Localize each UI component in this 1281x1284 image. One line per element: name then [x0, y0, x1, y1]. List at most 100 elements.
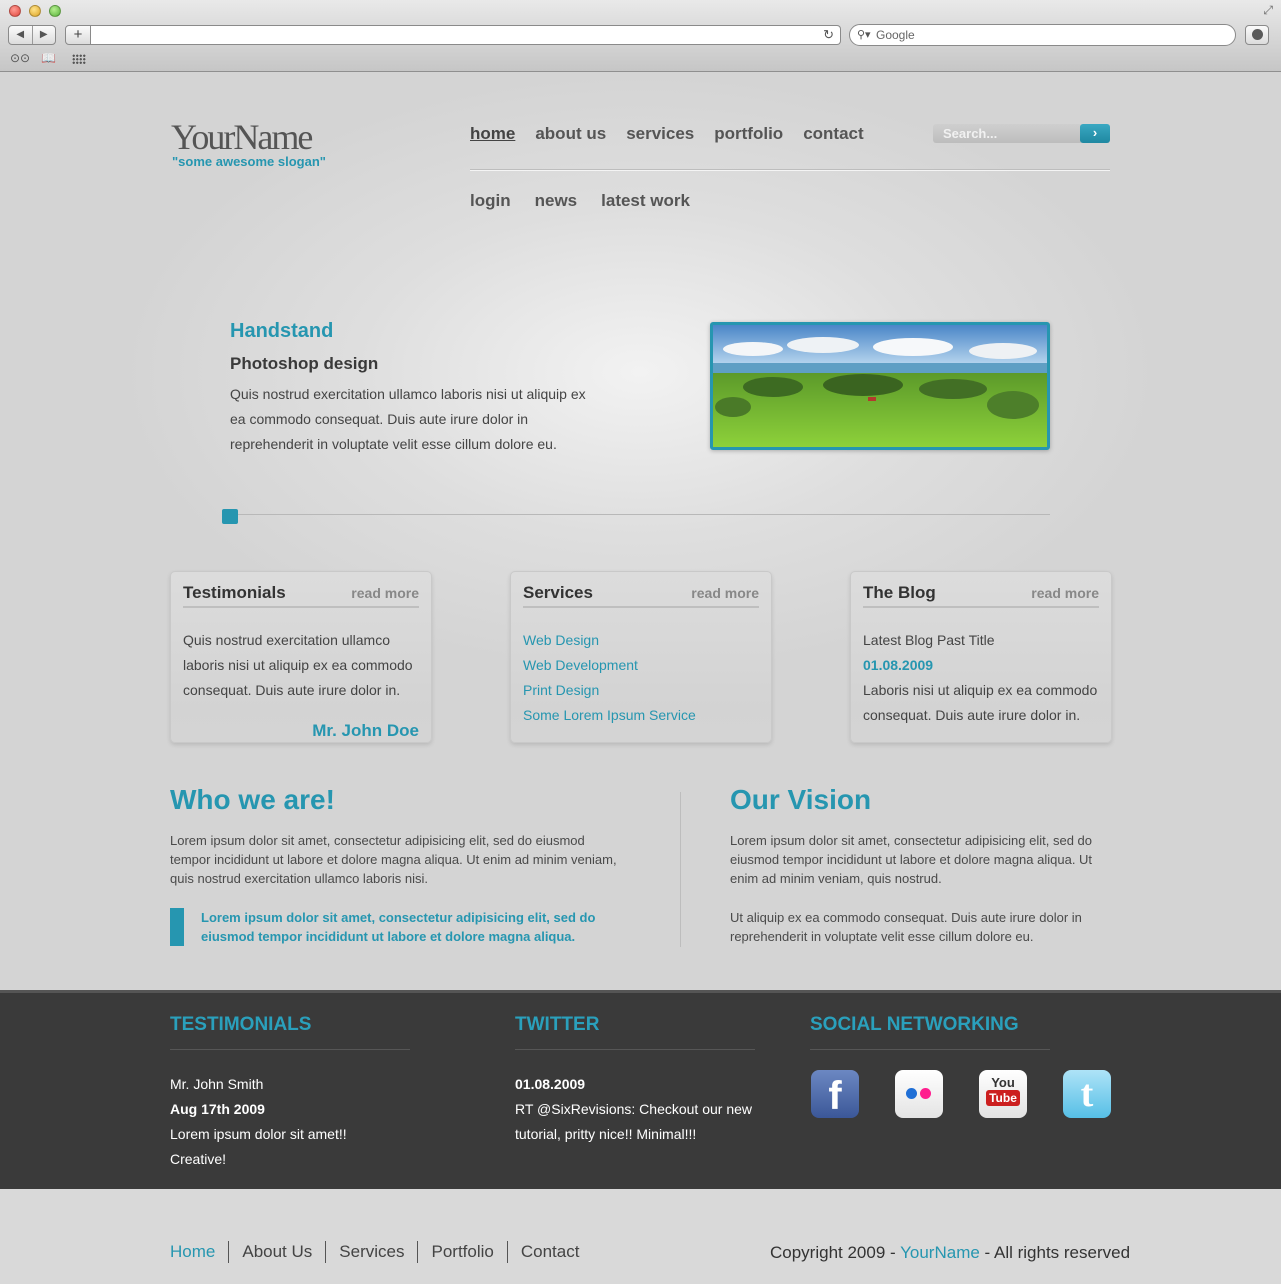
forward-icon[interactable]: ▶: [31, 26, 56, 44]
service-link-web-design[interactable]: Web Design: [523, 628, 759, 653]
blog-read-more-link[interactable]: read more: [1031, 585, 1099, 601]
footer-testimonial-date: Aug 17th 2009: [170, 1101, 265, 1117]
nav-services[interactable]: services: [626, 124, 694, 144]
footer-nav-about-us[interactable]: About Us: [228, 1241, 325, 1263]
our-vision-title: Our Vision: [730, 784, 872, 815]
add-tab-icon[interactable]: +: [65, 25, 91, 45]
minimize-window-button[interactable]: [29, 5, 41, 17]
who-we-are-text: Lorem ipsum dolor sit amet, consectetur …: [170, 833, 617, 886]
browser-toolbar: ⤢ ◀ ▶ + ↻ ⚲▾ Google ⊙⊙ 📖: [0, 0, 1281, 72]
section-divider: [680, 792, 681, 947]
slider-track: [230, 514, 1050, 515]
footer-tweet-line1[interactable]: RT @SixRevisions: Checkout our new: [515, 1097, 752, 1122]
blog-box-body: Latest Blog Past Title 01.08.2009 Labori…: [863, 628, 1099, 728]
footer-testimonial-name: Mr. John Smith: [170, 1076, 264, 1092]
footer-testimonial-line1: Lorem ipsum dolor sit amet!!: [170, 1126, 347, 1142]
browser-search-placeholder: Google: [876, 28, 915, 42]
nav-latest-work[interactable]: latest work: [601, 191, 690, 211]
flickr-icon[interactable]: [895, 1070, 943, 1118]
service-link-lorem-ipsum[interactable]: Some Lorem Ipsum Service: [523, 703, 759, 728]
our-vision-text-1: Lorem ipsum dolor sit amet, consectetur …: [730, 833, 1093, 886]
slide-text: Quis nostrud exercitation ullamco labori…: [230, 386, 586, 452]
nav-portfolio[interactable]: portfolio: [714, 124, 783, 144]
copyright-suffix: - All rights reserved: [979, 1243, 1131, 1262]
quote-accent-bar: [170, 908, 184, 946]
slider-handle[interactable]: [222, 509, 238, 524]
secondary-nav: login news latest work: [470, 191, 690, 211]
arrow-right-icon: ›: [1092, 125, 1098, 140]
testimonial-author: Mr. John Doe: [312, 721, 419, 740]
slide-subtitle: Photoshop design: [230, 354, 379, 373]
top-sites-icon[interactable]: [72, 54, 86, 64]
footer-nav-portfolio[interactable]: Portfolio: [417, 1241, 506, 1263]
browser-search-field[interactable]: ⚲▾ Google: [849, 24, 1236, 46]
landscape-image: [713, 325, 1047, 447]
slide-image[interactable]: [710, 322, 1050, 450]
site-logo[interactable]: YourName: [171, 116, 313, 158]
slide-title: Handstand: [230, 320, 334, 342]
youtube-tube-text: Tube: [986, 1090, 1020, 1106]
twitter-icon[interactable]: t: [1063, 1070, 1111, 1118]
service-link-web-development[interactable]: Web Development: [523, 653, 759, 678]
who-we-are-quote: Lorem ipsum dolor sit amet, consectetur …: [201, 910, 596, 944]
footer-nav: Home About Us Services Portfolio Contact: [170, 1241, 592, 1263]
footer-testimonial-line2: Creative!: [170, 1151, 227, 1167]
address-bar[interactable]: ↻: [91, 25, 841, 45]
footer-nav-home[interactable]: Home: [170, 1241, 228, 1263]
footer-social-title: SOCIAL NETWORKING: [810, 1014, 1019, 1035]
fullscreen-icon[interactable]: ⤢: [1263, 3, 1273, 18]
reading-list-icon[interactable]: ⊙⊙: [10, 51, 30, 65]
testimonials-read-more-link[interactable]: read more: [351, 585, 419, 601]
blog-post-title[interactable]: Latest Blog Past Title: [863, 628, 1099, 653]
close-window-button[interactable]: [9, 5, 21, 17]
search-submit-button[interactable]: ›: [1080, 124, 1110, 143]
blog-post-date: 01.08.2009: [863, 657, 934, 673]
footer-testimonials-title: TESTIMONIALS: [170, 1014, 312, 1035]
nav-contact[interactable]: contact: [803, 124, 863, 144]
bottom-bar: Home About Us Services Portfolio Contact…: [0, 1189, 1281, 1284]
footer-rule: [810, 1049, 1050, 1050]
search-icon: ⚲▾: [857, 29, 871, 41]
testimonials-box: Testimonials read more Quis nostrud exer…: [170, 571, 432, 743]
nav-news[interactable]: news: [535, 191, 578, 211]
services-box-title: Services: [523, 583, 593, 602]
footer-rule: [515, 1049, 755, 1050]
back-forward-buttons: ◀ ▶: [8, 25, 56, 45]
zoom-window-button[interactable]: [49, 5, 61, 17]
copyright: Copyright 2009 - YourName - All rights r…: [770, 1243, 1130, 1263]
footer-tweet: 01.08.2009 RT @SixRevisions: Checkout ou…: [515, 1072, 752, 1147]
testimonials-box-title: Testimonials: [183, 583, 286, 602]
services-read-more-link[interactable]: read more: [691, 585, 759, 601]
back-icon[interactable]: ◀: [9, 26, 32, 44]
nav-login[interactable]: login: [470, 191, 511, 211]
webpage: YourName "some awesome slogan" home abou…: [0, 72, 1281, 1284]
blog-post-excerpt: Laboris nisi ut aliquip ex ea commodo co…: [863, 682, 1098, 723]
site-search-input[interactable]: Search...: [933, 124, 1081, 143]
nav-home[interactable]: home: [470, 124, 515, 144]
copyright-brand-link[interactable]: YourName: [900, 1243, 980, 1262]
facebook-icon[interactable]: f: [811, 1070, 859, 1118]
who-we-are-title: Who we are!: [170, 784, 335, 815]
primary-nav: home about us services portfolio contact: [470, 124, 864, 144]
our-vision-text-2: Ut aliquip ex ea commodo consequat. Duis…: [730, 910, 1082, 944]
footer-nav-services[interactable]: Services: [325, 1241, 417, 1263]
footer-widgets: TESTIMONIALS Mr. John Smith Aug 17th 200…: [0, 990, 1281, 1189]
footer-nav-contact[interactable]: Contact: [506, 1241, 593, 1263]
testimonials-box-text: Quis nostrud exercitation ullamco labori…: [183, 632, 413, 698]
blog-box: The Blog read more Latest Blog Past Titl…: [850, 571, 1112, 743]
download-icon[interactable]: [1245, 25, 1269, 45]
services-box: Services read more Web Design Web Develo…: [510, 571, 772, 743]
footer-testimonial: Mr. John Smith Aug 17th 2009 Lorem ipsum…: [170, 1072, 347, 1172]
youtube-icon[interactable]: You Tube: [979, 1070, 1027, 1118]
nav-divider: [470, 169, 1110, 171]
services-list: Web Design Web Development Print Design …: [523, 628, 759, 728]
footer-tweet-line2[interactable]: tutorial, pritty nice!! Minimal!!!: [515, 1122, 752, 1147]
nav-about-us[interactable]: about us: [535, 124, 606, 144]
site-slogan: "some awesome slogan": [172, 154, 326, 169]
copyright-prefix: Copyright 2009 -: [770, 1243, 901, 1262]
service-link-print-design[interactable]: Print Design: [523, 678, 759, 703]
footer-rule: [170, 1049, 410, 1050]
youtube-you-text: You: [991, 1075, 1015, 1090]
reload-icon[interactable]: ↻: [823, 27, 834, 43]
bookmarks-icon[interactable]: 📖: [41, 51, 56, 65]
